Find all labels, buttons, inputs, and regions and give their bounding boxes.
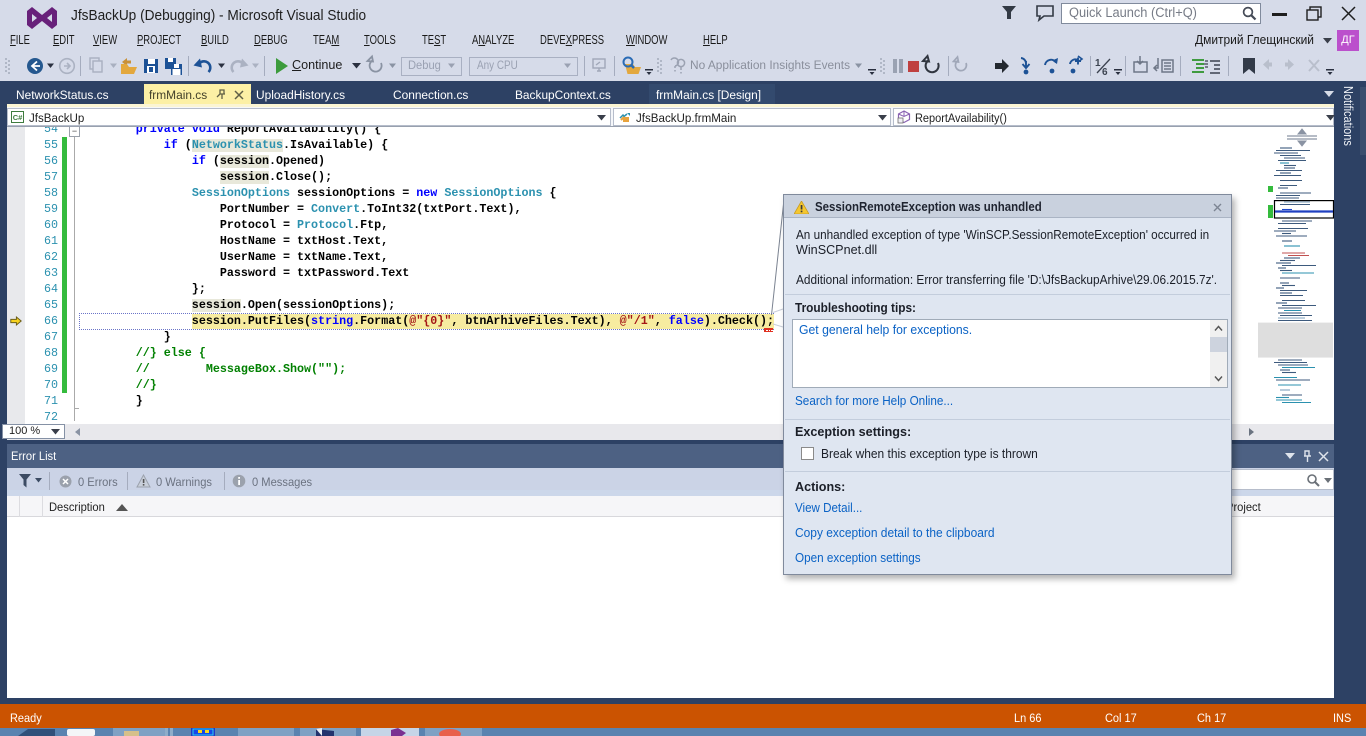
- svg-text:1: 1: [1095, 58, 1101, 69]
- svg-text:6: 6: [1102, 67, 1108, 78]
